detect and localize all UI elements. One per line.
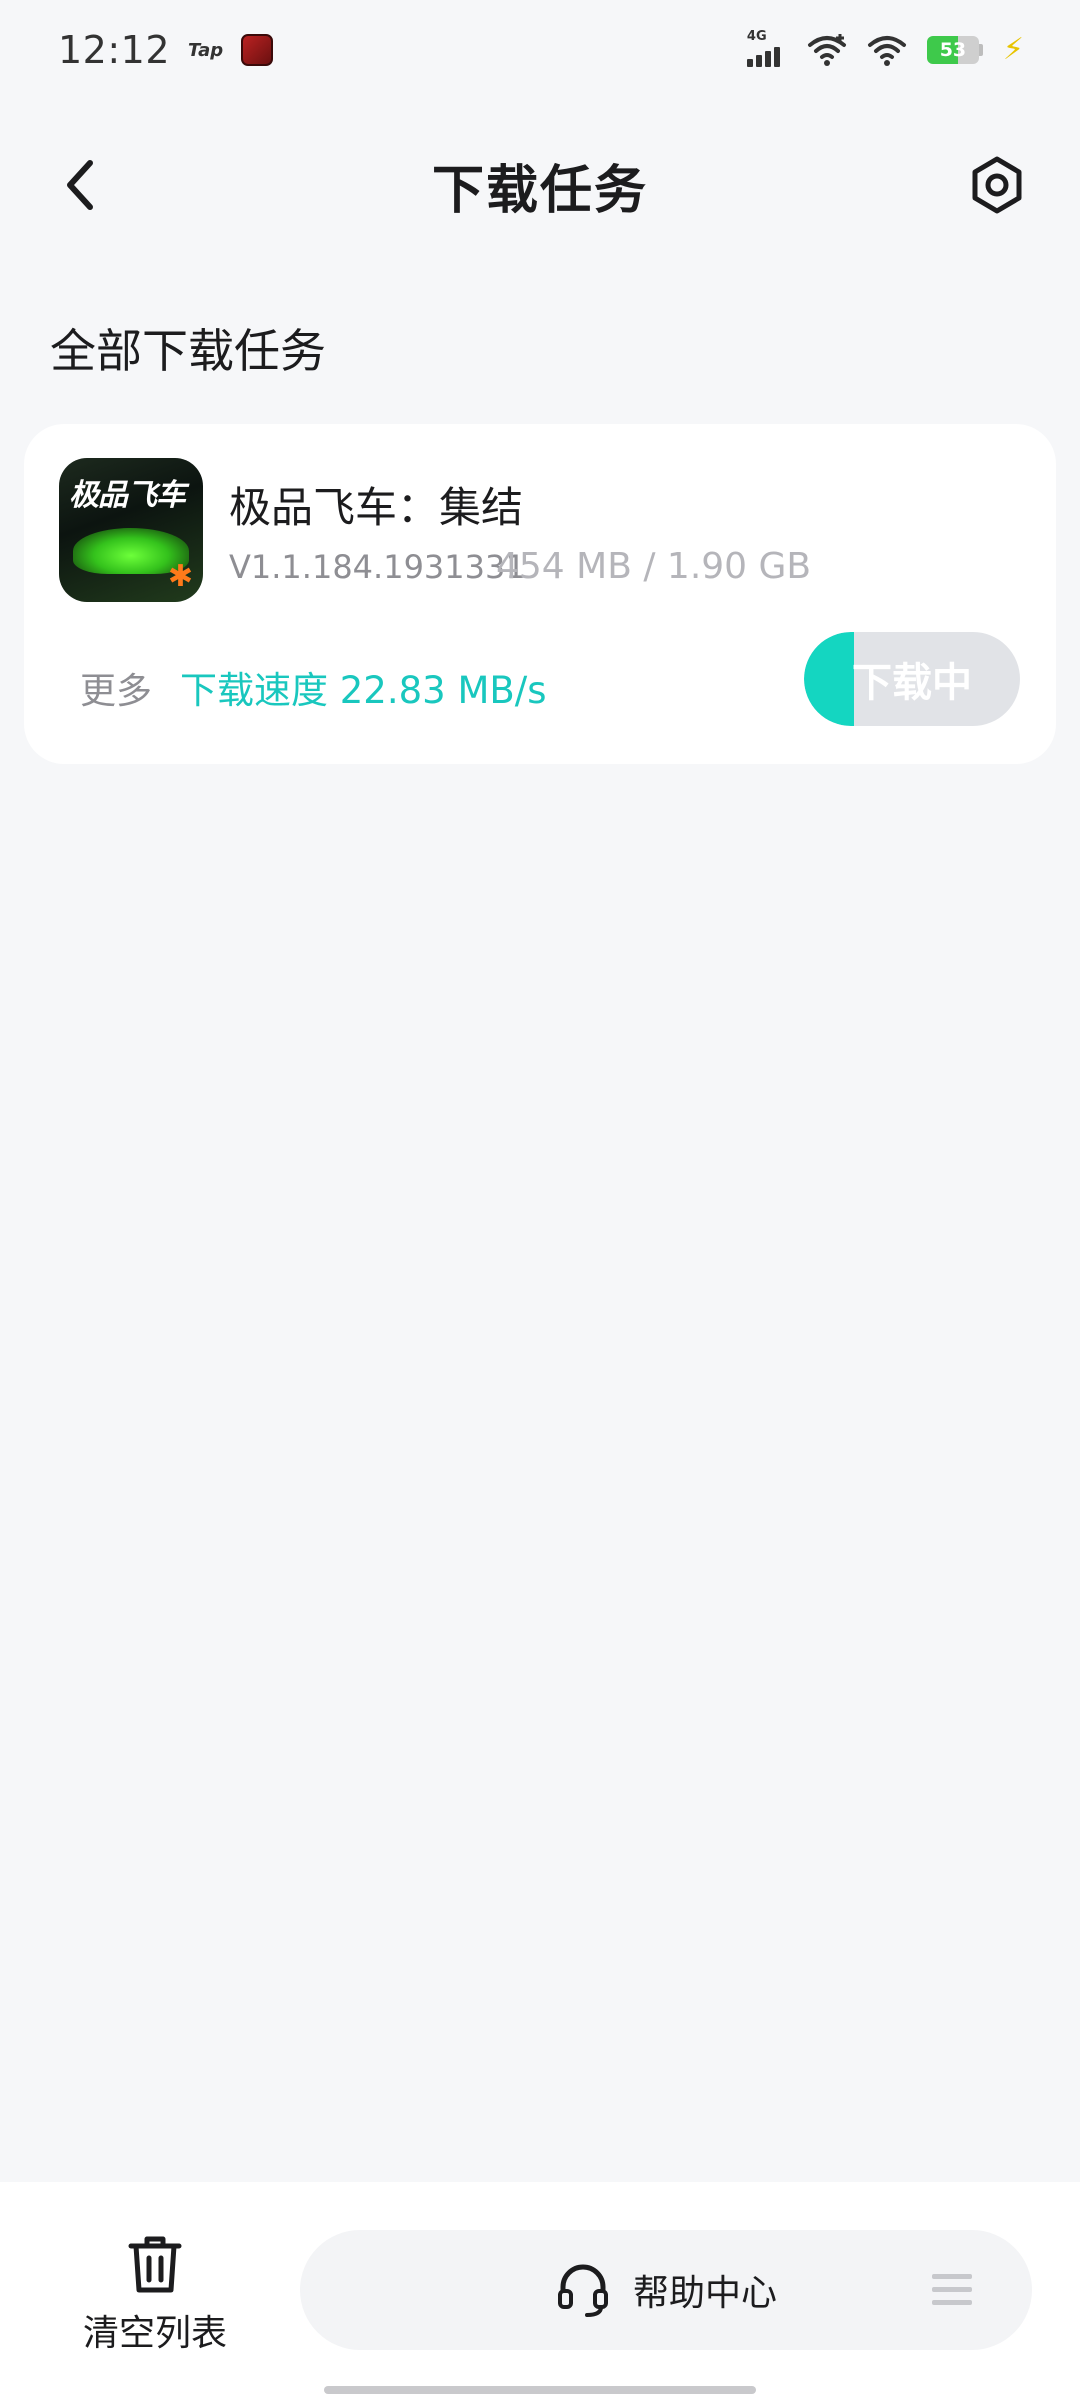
trash-icon: [128, 2236, 182, 2293]
section-title: 全部下载任务: [50, 324, 326, 378]
download-size: 454 MB / 1.90 GB: [496, 546, 812, 587]
battery-icon: 53: [926, 36, 983, 64]
status-right: 4G 53 ⚡: [746, 29, 1024, 67]
headset-icon: [557, 2264, 608, 2317]
clear-list-button[interactable]: 清空列表: [60, 2234, 250, 2364]
clear-list-label: 清空列表: [82, 2313, 227, 2354]
home-indicator[interactable]: [324, 2386, 756, 2394]
bottom-bar: 清空列表 帮助中心: [0, 2182, 1080, 2400]
asterisk-icon: ✱: [167, 559, 193, 594]
game-app-icon[interactable]: 极品飞车 ✱: [59, 458, 203, 602]
help-center-label: 帮助中心: [632, 2273, 777, 2314]
wifi-icon: [867, 36, 906, 66]
game-name: 极品飞车：集结: [229, 483, 524, 532]
status-time: 12:12: [58, 28, 171, 72]
hexagon-settings-icon: [972, 156, 1022, 214]
cellular-signal-icon: 4G: [746, 29, 787, 67]
more-button[interactable]: 更多: [80, 662, 152, 714]
download-task-card[interactable]: 极品飞车 ✱ 极品飞车：集结 V1.1.184.1931331 454 MB /…: [24, 424, 1056, 764]
top-app-bar: 下载任务: [0, 130, 1080, 240]
back-button[interactable]: [50, 155, 110, 215]
download-tasks-page: 12:12 Tap 4G 53 ⚡ 下载任务 全部下载任务 极品飞车 ✱ 极品飞…: [0, 0, 1080, 2400]
chevron-left-icon: [67, 160, 93, 210]
menu-icon[interactable]: [932, 2272, 972, 2308]
settings-button[interactable]: [964, 152, 1030, 218]
wifi-plus-icon: [807, 34, 846, 66]
game-version: V1.1.184.1931331: [229, 548, 526, 586]
game-icon-logo: 极品飞车: [69, 478, 186, 513]
help-center-button[interactable]: 帮助中心: [300, 2230, 1032, 2350]
status-bar: 12:12 Tap 4G 53 ⚡: [0, 0, 1080, 100]
page-title: 下载任务: [431, 160, 648, 221]
tap-notification-icon: Tap: [188, 39, 224, 61]
download-progress-button[interactable]: 下载中: [804, 632, 1020, 726]
status-left: 12:12 Tap: [58, 28, 274, 72]
game-notification-icon: [241, 34, 274, 66]
battery-level: 53: [926, 36, 979, 64]
download-speed: 下载速度 22.83 MB/s: [180, 669, 547, 712]
download-status-label: 下载中: [852, 660, 972, 706]
lightning-icon: ⚡: [1002, 32, 1024, 67]
